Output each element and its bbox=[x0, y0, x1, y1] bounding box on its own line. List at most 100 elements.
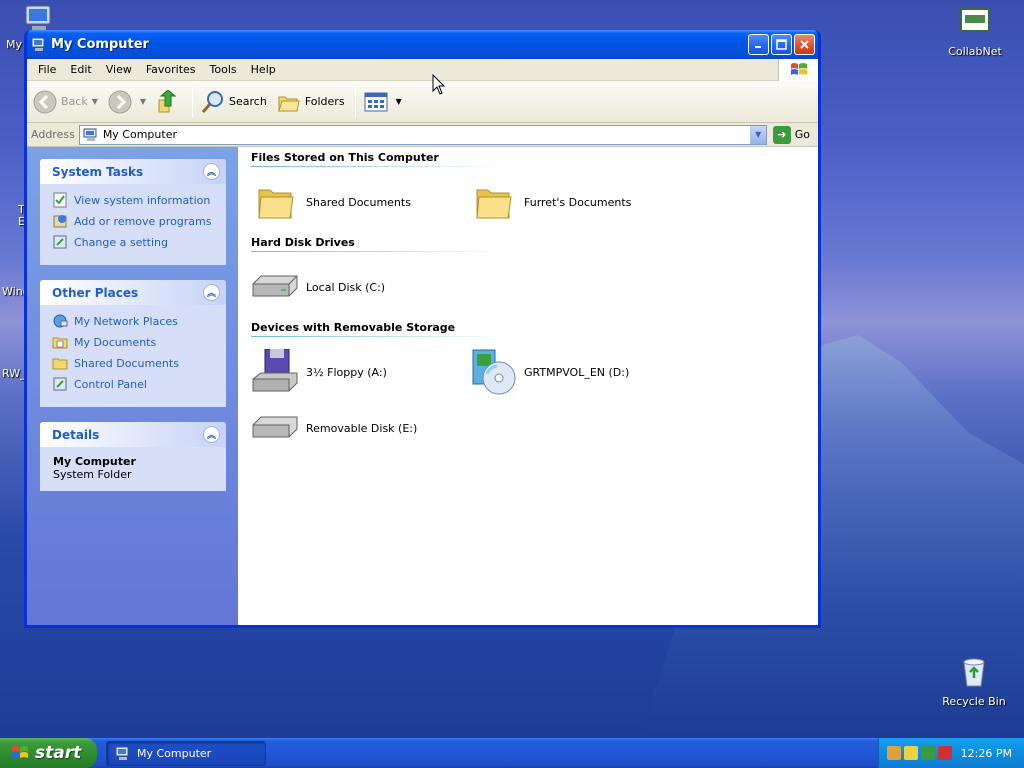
task-add-remove-programs[interactable]: Add or remove programs bbox=[52, 213, 220, 229]
item-label: Removable Disk (E:) bbox=[306, 421, 418, 435]
place-my-network-places[interactable]: My Network Places bbox=[52, 313, 220, 329]
other-places-title: Other Places bbox=[52, 285, 139, 300]
item-removable-disk-e[interactable]: Removable Disk (E:) bbox=[251, 400, 469, 456]
network-tray-icon[interactable] bbox=[887, 746, 901, 760]
group-header-hard-disks: Hard Disk Drives bbox=[251, 236, 507, 253]
details-header[interactable]: Details ︽ bbox=[40, 422, 226, 447]
minimize-button[interactable] bbox=[748, 34, 769, 55]
forward-dropdown-icon[interactable]: ▼ bbox=[140, 97, 146, 106]
address-dropdown-button[interactable]: ▼ bbox=[749, 125, 766, 144]
search-label: Search bbox=[229, 95, 267, 108]
maximize-button[interactable] bbox=[771, 34, 792, 55]
taskbar-button-my-computer[interactable]: My Computer bbox=[106, 741, 266, 766]
system-tasks-header[interactable]: System Tasks ︽ bbox=[40, 159, 226, 184]
task-pane: System Tasks ︽ View system information A… bbox=[27, 147, 238, 625]
forward-button[interactable]: ▼ bbox=[108, 90, 146, 114]
close-icon bbox=[800, 40, 809, 49]
details-title: Details bbox=[52, 427, 100, 442]
group-header-files: Files Stored on This Computer bbox=[251, 151, 507, 168]
system-tasks-title: System Tasks bbox=[52, 164, 144, 179]
mouse-cursor-icon bbox=[432, 74, 446, 95]
task-label: Change a setting bbox=[74, 235, 168, 249]
clock[interactable]: 12:26 PM bbox=[961, 747, 1012, 760]
folder-icon bbox=[258, 189, 294, 219]
removable-disk-icon bbox=[252, 416, 298, 438]
search-icon bbox=[201, 90, 224, 113]
place-label: Control Panel bbox=[74, 377, 147, 391]
menu-favorites[interactable]: Favorites bbox=[139, 63, 203, 76]
task-change-setting[interactable]: Change a setting bbox=[52, 234, 220, 250]
go-button[interactable]: ➔ Go bbox=[772, 125, 810, 144]
item-floppy-a[interactable]: 3½ Floppy (A:) bbox=[251, 344, 469, 400]
window-title: My Computer bbox=[51, 37, 149, 52]
update-tray-icon[interactable] bbox=[921, 746, 935, 760]
folders-button[interactable]: Folders bbox=[277, 91, 345, 113]
desktop-icon-recycle-bin[interactable]: Recycle Bin bbox=[934, 656, 1014, 708]
item-label: Furret's Documents bbox=[524, 195, 632, 209]
place-shared-documents[interactable]: Shared Documents bbox=[52, 355, 220, 371]
place-my-documents[interactable]: My Documents bbox=[52, 334, 220, 350]
my-documents-icon bbox=[52, 337, 68, 349]
back-dropdown-icon[interactable]: ▼ bbox=[92, 97, 98, 106]
taskbar-button-label: My Computer bbox=[137, 747, 212, 760]
menu-view[interactable]: View bbox=[99, 63, 139, 76]
back-button[interactable]: Back ▼ bbox=[33, 90, 98, 114]
system-info-icon bbox=[53, 192, 67, 208]
maximize-icon bbox=[776, 39, 787, 50]
menu-bar: File Edit View Favorites Tools Help bbox=[27, 59, 818, 81]
folders-icon bbox=[278, 96, 300, 111]
other-places-header[interactable]: Other Places ︽ bbox=[40, 280, 226, 305]
network-places-icon bbox=[53, 314, 68, 328]
place-label: My Documents bbox=[74, 335, 157, 349]
task-view-system-information[interactable]: View system information bbox=[52, 192, 220, 208]
taskbar: start My Computer 12:26 PM bbox=[0, 738, 1024, 768]
go-label: Go bbox=[794, 128, 810, 141]
up-button[interactable] bbox=[156, 89, 182, 114]
close-button[interactable] bbox=[794, 34, 815, 55]
collapse-icon[interactable]: ︽ bbox=[203, 163, 220, 180]
item-cd-d[interactable]: GRTMPVOL_EN (D:) bbox=[469, 344, 687, 400]
folder-icon bbox=[52, 358, 68, 370]
address-input[interactable]: My Computer ▼ bbox=[78, 124, 767, 145]
my-computer-window: My Computer File Edit View Favorites Too… bbox=[24, 30, 821, 628]
start-button[interactable]: start bbox=[0, 738, 97, 768]
menu-file[interactable]: File bbox=[31, 63, 63, 76]
alert-shield-icon[interactable] bbox=[938, 746, 952, 760]
windows-flag-icon bbox=[790, 63, 807, 75]
item-shared-documents[interactable]: Shared Documents bbox=[251, 174, 469, 230]
windows-flag-icon bbox=[12, 746, 28, 758]
menu-tools[interactable]: Tools bbox=[203, 63, 244, 76]
item-furrets-documents[interactable]: Furret's Documents bbox=[469, 174, 687, 230]
item-label: Shared Documents bbox=[306, 195, 411, 209]
start-label: start bbox=[35, 743, 82, 763]
go-arrow-icon: ➔ bbox=[772, 125, 791, 144]
cd-drive-icon bbox=[472, 349, 516, 395]
my-computer-icon bbox=[115, 746, 129, 760]
desktop-icon-label: Recycle Bin bbox=[942, 695, 1006, 708]
floppy-drive-icon bbox=[252, 349, 298, 392]
details-panel: Details ︽ My Computer System Folder bbox=[40, 422, 226, 491]
group-header-removable: Devices with Removable Storage bbox=[251, 321, 507, 338]
menu-edit[interactable]: Edit bbox=[63, 63, 98, 76]
menu-help[interactable]: Help bbox=[244, 63, 283, 76]
collapse-icon[interactable]: ︽ bbox=[203, 426, 220, 443]
window-body: System Tasks ︽ View system information A… bbox=[27, 147, 818, 625]
views-button[interactable]: ▼ bbox=[364, 92, 402, 112]
search-button[interactable]: Search bbox=[201, 90, 267, 114]
security-shield-icon[interactable] bbox=[904, 746, 918, 760]
task-label: Add or remove programs bbox=[74, 214, 212, 228]
toolbar-separator bbox=[354, 86, 356, 117]
system-tray: 12:26 PM bbox=[878, 738, 1024, 768]
item-local-disk-c[interactable]: Local Disk (C:) bbox=[251, 259, 469, 315]
collapse-icon[interactable]: ︽ bbox=[203, 284, 220, 301]
views-dropdown-icon[interactable]: ▼ bbox=[396, 97, 402, 106]
window-titlebar[interactable]: My Computer bbox=[27, 30, 818, 59]
item-label: Local Disk (C:) bbox=[306, 280, 386, 294]
minimize-icon bbox=[755, 46, 761, 48]
windows-logo bbox=[778, 59, 818, 81]
place-control-panel[interactable]: Control Panel bbox=[52, 376, 220, 392]
add-remove-programs-icon bbox=[53, 215, 67, 228]
item-label: GRTMPVOL_EN (D:) bbox=[524, 365, 630, 379]
hard-disk-icon bbox=[252, 275, 298, 297]
desktop-icon-collabnet[interactable]: CollabNet bbox=[935, 6, 1015, 58]
